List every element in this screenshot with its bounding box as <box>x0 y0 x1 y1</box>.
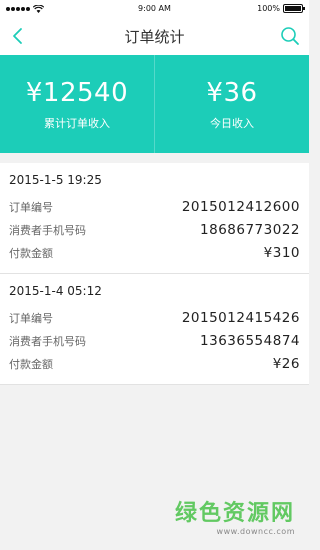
phone-label: 消费者手机号码 <box>9 334 86 348</box>
stat-today-income: ¥36 今日收入 <box>154 55 309 153</box>
watermark-title: 绿色资源网 <box>174 501 295 526</box>
battery-fill <box>285 6 301 11</box>
order-number-label: 订单编号 <box>9 200 53 214</box>
order-number-row: 订单编号 2015012415426 <box>9 306 300 329</box>
amount-value: ¥26 <box>272 355 300 372</box>
order-datetime: 2015-1-4 05:12 <box>9 284 102 298</box>
order-item[interactable]: 2015-1-5 19:25 订单编号 2015012412600 消费者手机号… <box>0 163 309 274</box>
amount-row: 付款金额 ¥26 <box>9 352 300 375</box>
order-datetime: 2015-1-5 19:25 <box>9 173 102 187</box>
amount-row: 付款金额 ¥310 <box>9 241 300 264</box>
income-stats: ¥12540 累计订单收入 ¥36 今日收入 <box>0 55 309 153</box>
phone-value: 18686773022 <box>200 221 300 238</box>
stat-total-income: ¥12540 累计订单收入 <box>0 55 154 153</box>
stat-label: 累计订单收入 <box>44 117 110 130</box>
phone-row: 消费者手机号码 18686773022 <box>9 218 300 241</box>
order-list: 2015-1-5 19:25 订单编号 2015012412600 消费者手机号… <box>0 163 309 385</box>
amount-value: ¥310 <box>263 244 300 261</box>
chevron-left-icon[interactable] <box>8 26 28 46</box>
status-bar: 9:00 AM 100% <box>0 0 309 17</box>
watermark: 绿色资源网 www.downcc.com <box>175 495 295 536</box>
phone-label: 消费者手机号码 <box>9 223 86 237</box>
battery-icon <box>283 4 305 13</box>
page-title: 订单统计 <box>124 27 185 46</box>
order-number-label: 订单编号 <box>9 311 53 325</box>
watermark-url: www.downcc.com <box>216 527 295 536</box>
order-number-value: 2015012415426 <box>181 309 300 326</box>
stat-label: 今日收入 <box>210 117 254 130</box>
amount-label: 付款金额 <box>9 246 53 260</box>
stat-value: ¥12540 <box>25 78 129 108</box>
status-time: 9:00 AM <box>138 4 171 13</box>
phone-row: 消费者手机号码 13636554874 <box>9 329 300 352</box>
order-number-row: 订单编号 2015012412600 <box>9 195 300 218</box>
nav-bar: 订单统计 <box>0 17 309 55</box>
stat-value: ¥36 <box>206 78 258 108</box>
amount-label: 付款金额 <box>9 357 53 371</box>
order-number-value: 2015012412600 <box>181 198 300 215</box>
order-item[interactable]: 2015-1-4 05:12 订单编号 2015012415426 消费者手机号… <box>0 274 309 385</box>
phone-value: 13636554874 <box>200 332 300 349</box>
search-icon[interactable] <box>279 25 301 47</box>
